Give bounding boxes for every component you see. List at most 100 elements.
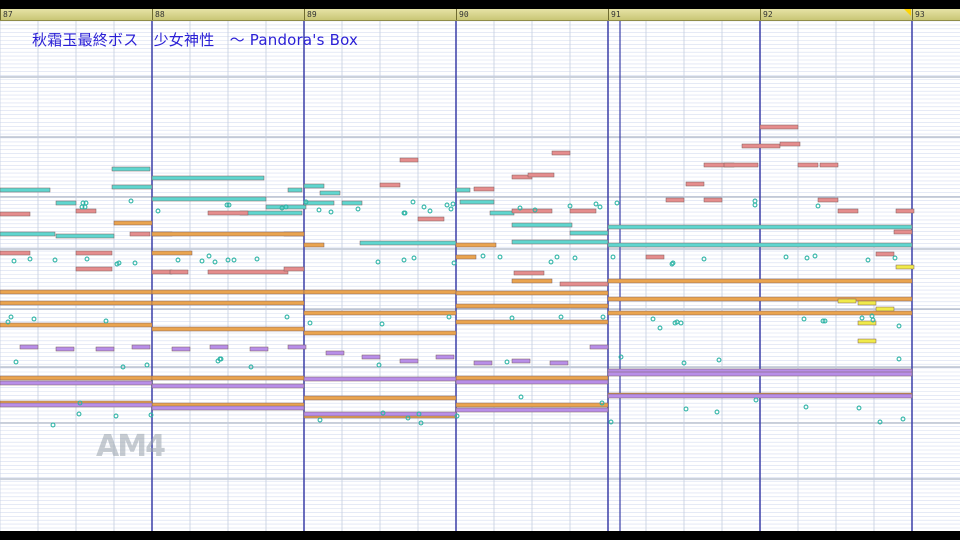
note-cyan[interactable]: [111, 166, 151, 172]
note-cyan[interactable]: [569, 230, 609, 236]
note-red[interactable]: [779, 141, 801, 147]
note-orange[interactable]: [455, 254, 477, 260]
note-orange[interactable]: [455, 319, 609, 325]
note-cyan[interactable]: [0, 231, 56, 237]
note-red[interactable]: [893, 229, 913, 235]
note-red[interactable]: [169, 269, 189, 275]
note-yellow[interactable]: [857, 338, 877, 344]
note-cyan[interactable]: [303, 183, 325, 189]
note-red[interactable]: [741, 143, 781, 149]
note-red[interactable]: [511, 208, 553, 214]
note-orange[interactable]: [607, 278, 913, 284]
note-cyan[interactable]: [341, 200, 363, 206]
note-red[interactable]: [723, 162, 759, 168]
note-cyan[interactable]: [607, 242, 913, 248]
note-cyan[interactable]: [0, 187, 51, 193]
note-cyan[interactable]: [287, 187, 303, 193]
note-cyan[interactable]: [303, 200, 335, 206]
note-purple[interactable]: [151, 383, 305, 389]
note-purple[interactable]: [19, 344, 39, 350]
note-orange[interactable]: [303, 330, 457, 336]
note-purple[interactable]: [95, 346, 115, 352]
note-purple[interactable]: [549, 360, 569, 366]
note-orange[interactable]: [0, 322, 153, 328]
note-purple[interactable]: [435, 354, 455, 360]
note-purple[interactable]: [511, 358, 531, 364]
note-orange[interactable]: [0, 289, 153, 295]
note-red[interactable]: [75, 250, 113, 256]
note-red[interactable]: [399, 157, 419, 163]
note-red[interactable]: [283, 266, 305, 272]
note-yellow[interactable]: [837, 298, 857, 304]
note-purple[interactable]: [607, 371, 913, 377]
note-purple[interactable]: [589, 344, 609, 350]
note-purple[interactable]: [361, 354, 381, 360]
note-orange[interactable]: [151, 231, 305, 237]
note-red[interactable]: [379, 182, 401, 188]
note-orange[interactable]: [303, 310, 457, 316]
note-red[interactable]: [685, 181, 705, 187]
note-cyan[interactable]: [511, 239, 609, 245]
note-cyan[interactable]: [459, 199, 495, 205]
note-purple[interactable]: [171, 346, 191, 352]
note-red[interactable]: [473, 186, 495, 192]
note-cyan[interactable]: [151, 175, 265, 181]
note-cyan[interactable]: [55, 233, 115, 239]
note-purple[interactable]: [455, 379, 609, 385]
bar-marker-92[interactable]: 92: [760, 9, 773, 20]
note-cyan[interactable]: [319, 190, 341, 196]
note-cyan[interactable]: [111, 184, 153, 190]
note-red[interactable]: [129, 231, 151, 237]
note-red[interactable]: [513, 270, 545, 276]
note-yellow[interactable]: [857, 300, 877, 306]
note-orange[interactable]: [455, 303, 609, 309]
note-red[interactable]: [759, 124, 799, 130]
note-red[interactable]: [895, 208, 915, 214]
note-cyan[interactable]: [489, 210, 515, 216]
note-red[interactable]: [0, 250, 31, 256]
bar-marker-87[interactable]: 87: [0, 9, 13, 20]
note-red[interactable]: [527, 172, 555, 178]
note-red[interactable]: [559, 281, 609, 287]
note-red[interactable]: [645, 254, 665, 260]
note-purple[interactable]: [249, 346, 269, 352]
bar-marker-90[interactable]: 90: [456, 9, 469, 20]
bar-marker-93[interactable]: 93: [912, 9, 925, 20]
note-cyan[interactable]: [359, 240, 457, 246]
note-purple[interactable]: [399, 358, 419, 364]
note-orange[interactable]: [511, 278, 553, 284]
note-orange[interactable]: [455, 402, 609, 408]
note-purple[interactable]: [303, 376, 457, 382]
note-red[interactable]: [665, 197, 685, 203]
note-orange[interactable]: [113, 220, 153, 226]
note-purple[interactable]: [325, 350, 345, 356]
note-red[interactable]: [797, 162, 819, 168]
note-purple[interactable]: [131, 344, 151, 350]
note-purple[interactable]: [287, 344, 307, 350]
note-cyan[interactable]: [455, 187, 471, 193]
note-orange[interactable]: [151, 300, 305, 306]
note-red[interactable]: [703, 197, 723, 203]
note-orange[interactable]: [303, 289, 457, 295]
note-purple[interactable]: [607, 393, 913, 399]
note-red[interactable]: [0, 211, 31, 217]
note-red[interactable]: [417, 216, 445, 222]
note-cyan[interactable]: [239, 210, 303, 216]
note-red[interactable]: [207, 210, 249, 216]
note-red[interactable]: [75, 266, 113, 272]
bar-marker-91[interactable]: 91: [608, 9, 621, 20]
note-red[interactable]: [819, 162, 839, 168]
note-orange[interactable]: [303, 242, 325, 248]
note-cyan[interactable]: [607, 224, 913, 230]
note-purple[interactable]: [0, 402, 153, 408]
bar-marker-89[interactable]: 89: [304, 9, 317, 20]
note-orange[interactable]: [455, 290, 609, 296]
loop-end-flag-icon[interactable]: [904, 9, 911, 16]
note-orange[interactable]: [607, 310, 913, 316]
note-purple[interactable]: [455, 407, 609, 413]
note-orange[interactable]: [607, 296, 913, 302]
note-orange[interactable]: [455, 242, 497, 248]
measure-ruler[interactable]: 87 88 89 90 91 92 93: [0, 9, 960, 21]
note-orange[interactable]: [455, 375, 609, 381]
note-cyan[interactable]: [511, 222, 573, 228]
